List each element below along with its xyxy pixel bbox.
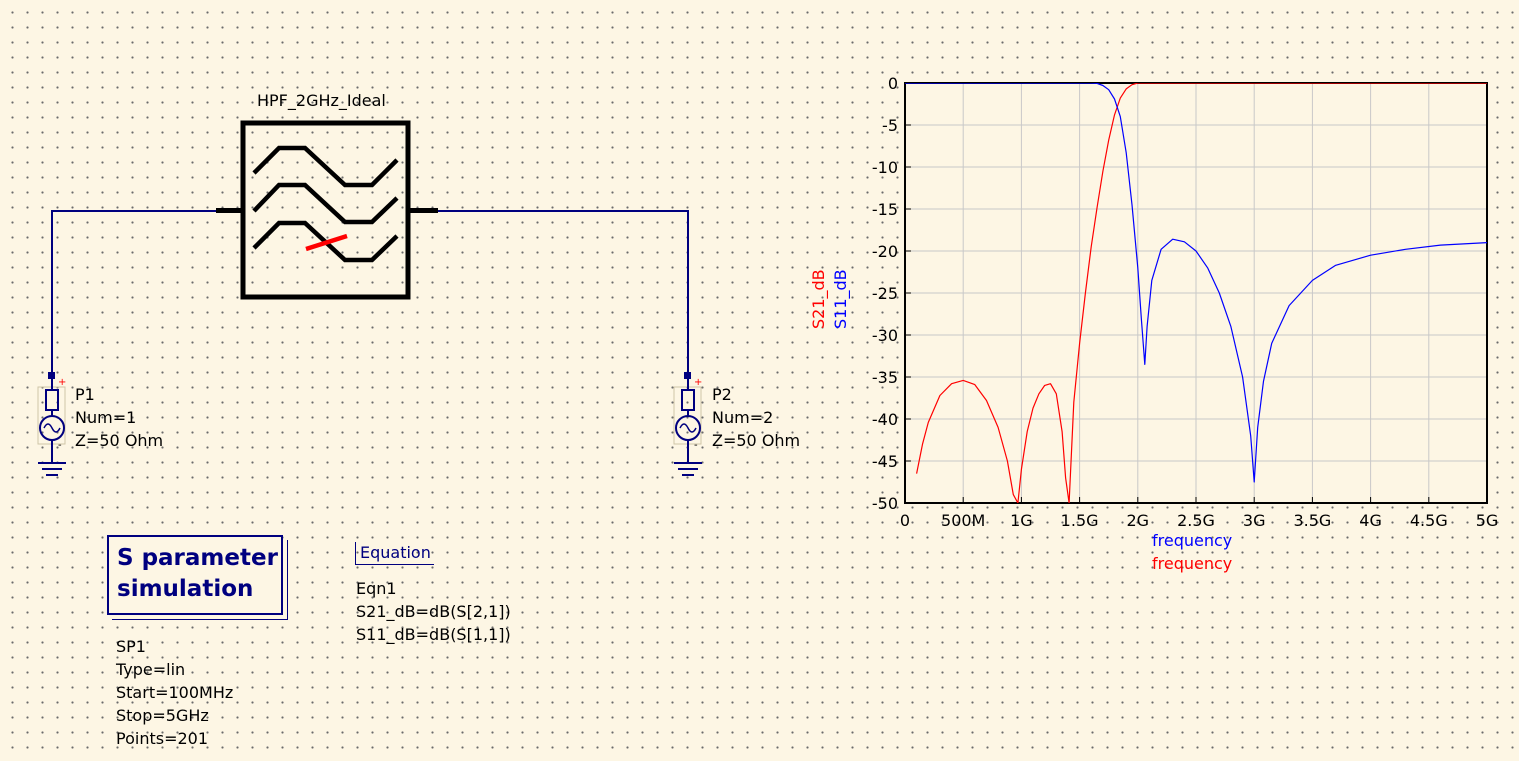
- sim-start[interactable]: Start=100MHz: [116, 681, 233, 704]
- filter-component[interactable]: [216, 120, 438, 300]
- plot-area-background: [905, 83, 1487, 503]
- sim-points[interactable]: Points=201: [116, 727, 208, 750]
- equation-s21[interactable]: S21_dB=dB(S[2,1]): [356, 600, 511, 623]
- x-tick-label: 2G: [1127, 511, 1150, 530]
- port-p1-num[interactable]: Num=1: [75, 406, 136, 429]
- x-tick-label: 3G: [1243, 511, 1266, 530]
- equation-name[interactable]: Eqn1: [356, 577, 397, 600]
- x-tick-label: 0: [900, 511, 910, 530]
- x-tick-label: 3.5G: [1293, 511, 1331, 530]
- wire-right[interactable]: [437, 210, 689, 375]
- x-axis-label-s21: frequency: [1152, 554, 1233, 573]
- svg-text:+: +: [694, 377, 702, 388]
- port-p1-impedance[interactable]: Z=50 Ohm: [75, 429, 163, 452]
- x-tick-label: 4G: [1359, 511, 1382, 530]
- svg-text:-: -: [694, 440, 698, 451]
- sp-title-line1: S parameter: [117, 545, 278, 571]
- x-tick-label: 4.5G: [1410, 511, 1448, 530]
- port-p1-name[interactable]: P1: [75, 383, 95, 406]
- y-axis-label-s11: S11_dB: [831, 269, 850, 329]
- sim-stop[interactable]: Stop=5GHz: [116, 704, 209, 727]
- svg-text:+: +: [58, 377, 66, 388]
- port-p2-name[interactable]: P2: [712, 383, 732, 406]
- port-p1-symbol[interactable]: + -: [37, 377, 66, 476]
- sp-simulation-title: S parameter simulation: [117, 543, 278, 605]
- port-p2-num[interactable]: Num=2: [712, 406, 773, 429]
- x-tick-label: 2.5G: [1177, 511, 1215, 530]
- ground-icon: [674, 462, 702, 476]
- sim-name[interactable]: SP1: [116, 635, 146, 658]
- x-tick-label: 5G: [1476, 511, 1499, 530]
- port-p2-impedance[interactable]: Z=50 Ohm: [712, 429, 800, 452]
- high-pass-marker: [305, 233, 348, 252]
- sp-title-line2: simulation: [117, 576, 254, 602]
- x-axis-label-s11: frequency: [1152, 531, 1233, 550]
- equation-header[interactable]: Equation: [355, 542, 434, 565]
- sim-type[interactable]: Type=lin: [116, 658, 185, 681]
- wire-left[interactable]: [51, 210, 216, 375]
- x-tick-label: 1G: [1010, 511, 1033, 530]
- svg-text:-: -: [58, 440, 62, 451]
- y-axis-label-s21: S21_dB: [809, 269, 828, 329]
- sp-simulation-block[interactable]: S parameter simulation: [107, 535, 283, 615]
- x-tick-label: 500M: [941, 511, 985, 530]
- equation-s11[interactable]: S11_dB=dB(S[1,1]): [356, 623, 511, 646]
- wire-nodes: [48, 372, 691, 379]
- x-tick-label: 1.5G: [1061, 511, 1099, 530]
- filter-name[interactable]: HPF_2GHz_Ideal: [257, 89, 386, 112]
- ground-icon: [38, 462, 66, 476]
- port-p2-symbol[interactable]: + -: [673, 377, 702, 476]
